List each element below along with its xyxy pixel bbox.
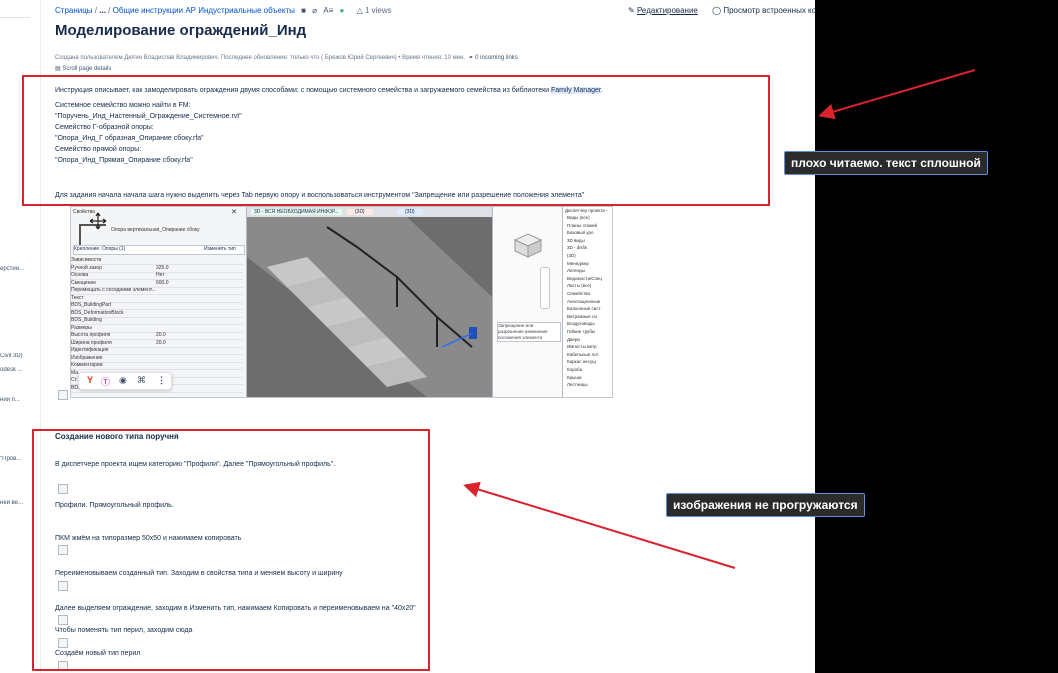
annotation-arrows bbox=[463, 69, 976, 569]
annotation-arrow bbox=[818, 69, 976, 120]
annotation-note: изображения не прогружаются bbox=[666, 493, 865, 517]
annotation-note: плохо читаемо. текст сплошной bbox=[784, 151, 988, 175]
